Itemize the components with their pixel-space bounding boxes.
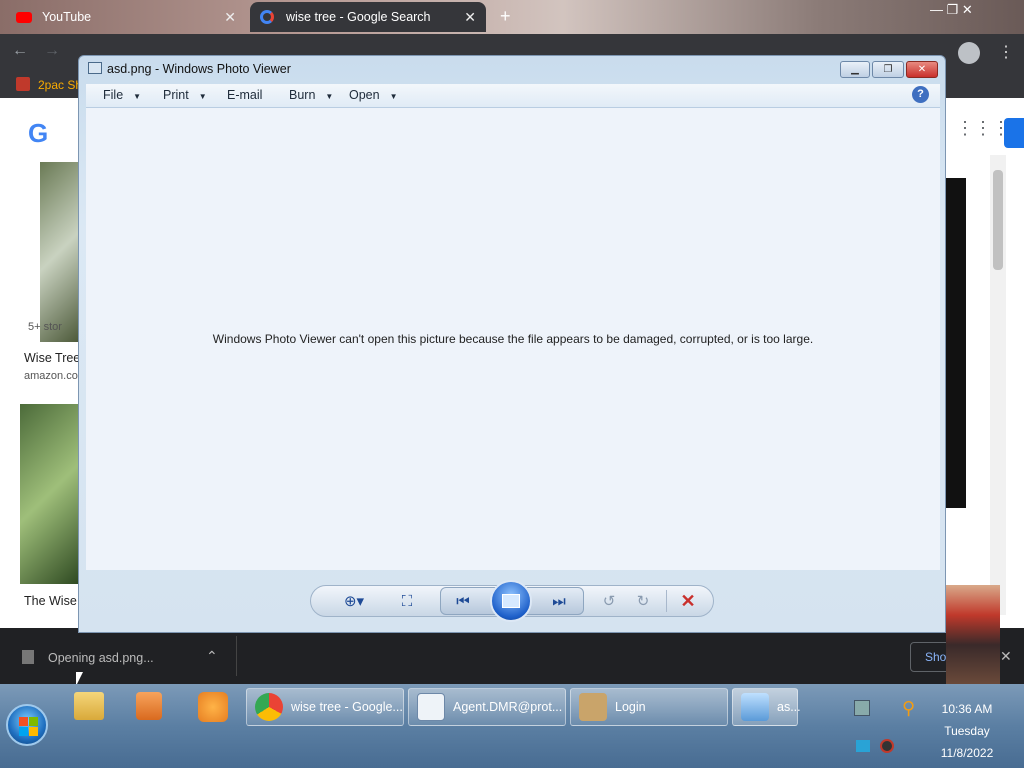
tray-speaker-icon[interactable] xyxy=(880,739,894,753)
taskbar-item-label: Agent.DMR@prot... xyxy=(453,700,563,714)
error-message: Windows Photo Viewer can't open this pic… xyxy=(212,332,814,346)
side-panel xyxy=(946,178,966,508)
result-image[interactable] xyxy=(40,162,78,342)
profile-avatar[interactable] xyxy=(958,42,980,64)
chevron-up-icon[interactable]: ⌃ xyxy=(206,648,218,665)
forward-icon[interactable]: → xyxy=(44,42,60,60)
file-explorer-icon[interactable] xyxy=(74,692,104,720)
result-title[interactable]: Wise Tree xyxy=(24,351,80,365)
rotate-ccw-icon[interactable]: ↺ xyxy=(598,590,620,612)
desktop-gadget-figure xyxy=(946,585,1000,685)
sign-in-button[interactable] xyxy=(1004,118,1024,148)
tray-search-icon[interactable]: ⚲ xyxy=(902,698,915,719)
google-icon xyxy=(260,10,274,24)
tray-network-icon[interactable] xyxy=(854,700,870,716)
menu-burn[interactable]: Burn ▼ xyxy=(289,88,333,102)
windows-logo-part xyxy=(29,727,38,736)
close-download-bar-icon[interactable]: ✕ xyxy=(1000,648,1012,665)
back-icon[interactable]: ← xyxy=(12,42,28,60)
menu-open[interactable]: Open ▼ xyxy=(349,88,398,102)
result-source: amazon.co xyxy=(24,370,78,382)
chevron-down-icon: ▼ xyxy=(389,92,398,101)
previous-icon[interactable]: ⏮ xyxy=(452,590,474,612)
windows-logo-icon xyxy=(19,717,28,726)
menu-email[interactable]: E-mail xyxy=(227,88,262,102)
maximize-button[interactable]: ❐ xyxy=(872,61,904,78)
windows-logo-part xyxy=(19,727,28,736)
photo-viewer-icon xyxy=(741,693,769,721)
chevron-down-icon: ▼ xyxy=(198,92,207,101)
chevron-down-icon: ▼ xyxy=(133,92,142,101)
taskbar-item-chrome[interactable]: wise tree - Google... xyxy=(246,688,404,726)
tab-title: YouTube xyxy=(42,10,92,24)
clock-day: Tuesday xyxy=(944,724,990,738)
taskbar-item-agent[interactable]: Agent.DMR@prot... xyxy=(408,688,566,726)
chevron-down-icon: ▼ xyxy=(325,92,334,101)
close-tab-icon[interactable]: ✕ xyxy=(464,9,476,26)
clock-date: 11/8/2022 xyxy=(940,746,994,760)
menu-file[interactable]: File ▼ xyxy=(103,88,141,102)
chrome-menu-icon[interactable]: ⋮ xyxy=(998,42,1014,62)
bookmark-icon xyxy=(16,77,30,91)
close-button[interactable]: ✕ xyxy=(906,61,938,78)
divider xyxy=(666,590,667,612)
result-image[interactable] xyxy=(20,404,78,584)
clock-time: 10:36 AM xyxy=(941,702,993,716)
document-icon xyxy=(417,693,445,721)
menu-label: Burn xyxy=(289,88,316,102)
rotate-cw-icon[interactable]: ↻ xyxy=(632,590,654,612)
actual-size-icon[interactable]: ⛶ xyxy=(396,590,418,612)
menu-label: Open xyxy=(349,88,380,102)
tray-monitor-icon[interactable] xyxy=(856,740,870,752)
download-bar: Opening asd.png... ⌃ Sho ✕ xyxy=(0,632,1024,684)
media-player-icon[interactable] xyxy=(136,692,162,720)
tab-google-search[interactable]: wise tree - Google Search ✕ xyxy=(250,2,486,32)
taskbar-item-label: as... xyxy=(777,700,801,714)
chrome-icon xyxy=(255,693,283,721)
windows-logo-part xyxy=(29,717,38,726)
taskbar-item-login[interactable]: Login xyxy=(570,688,728,726)
menu-label: File xyxy=(103,88,124,102)
zoom-icon[interactable]: ⊕▾ xyxy=(336,590,372,612)
result-title[interactable]: The Wise xyxy=(24,594,77,608)
next-icon[interactable]: ⏭ xyxy=(548,590,570,612)
divider xyxy=(236,636,237,676)
slideshow-button[interactable] xyxy=(490,580,532,622)
menu-print[interactable]: Print ▼ xyxy=(163,88,207,102)
window-title: asd.png - Windows Photo Viewer xyxy=(107,62,291,76)
tab-youtube[interactable]: YouTube ✕ xyxy=(6,2,246,32)
slideshow-icon xyxy=(502,594,520,608)
file-icon xyxy=(22,650,34,664)
tab-title: wise tree - Google Search xyxy=(286,10,431,24)
taskbar-item-label: wise tree - Google... xyxy=(291,700,403,714)
apps-grid-icon[interactable]: ⋮⋮⋮ xyxy=(956,118,1010,139)
bookmark-link[interactable]: 2pac Sh xyxy=(38,78,82,92)
system-clock[interactable]: 10:36 AM Tuesday 11/8/2022 xyxy=(920,698,1014,764)
youtube-icon xyxy=(16,11,32,23)
google-logo[interactable]: G xyxy=(28,118,48,149)
uc-browser-icon[interactable] xyxy=(198,692,228,722)
close-tab-icon[interactable]: ✕ xyxy=(224,9,236,26)
window-controls[interactable]: — ❐ ✕ xyxy=(930,2,973,18)
minimize-button[interactable]: ▁ xyxy=(840,61,870,78)
start-button[interactable] xyxy=(6,704,48,746)
result-tag: 5+ stor xyxy=(28,321,62,333)
taskbar-item-photo-viewer[interactable]: as... xyxy=(732,688,801,726)
scrollbar-thumb[interactable] xyxy=(993,170,1003,270)
new-tab-button[interactable]: + xyxy=(500,6,511,27)
delete-icon[interactable]: ✕ xyxy=(676,589,700,613)
app-icon xyxy=(579,693,607,721)
menu-bar xyxy=(86,84,940,108)
taskbar-item-label: Login xyxy=(615,700,646,714)
download-label[interactable]: Opening asd.png... xyxy=(48,651,154,665)
photo-viewer-icon xyxy=(88,62,102,74)
menu-label: E-mail xyxy=(227,88,263,102)
menu-label: Print xyxy=(163,88,189,102)
help-icon[interactable]: ? xyxy=(912,86,929,103)
